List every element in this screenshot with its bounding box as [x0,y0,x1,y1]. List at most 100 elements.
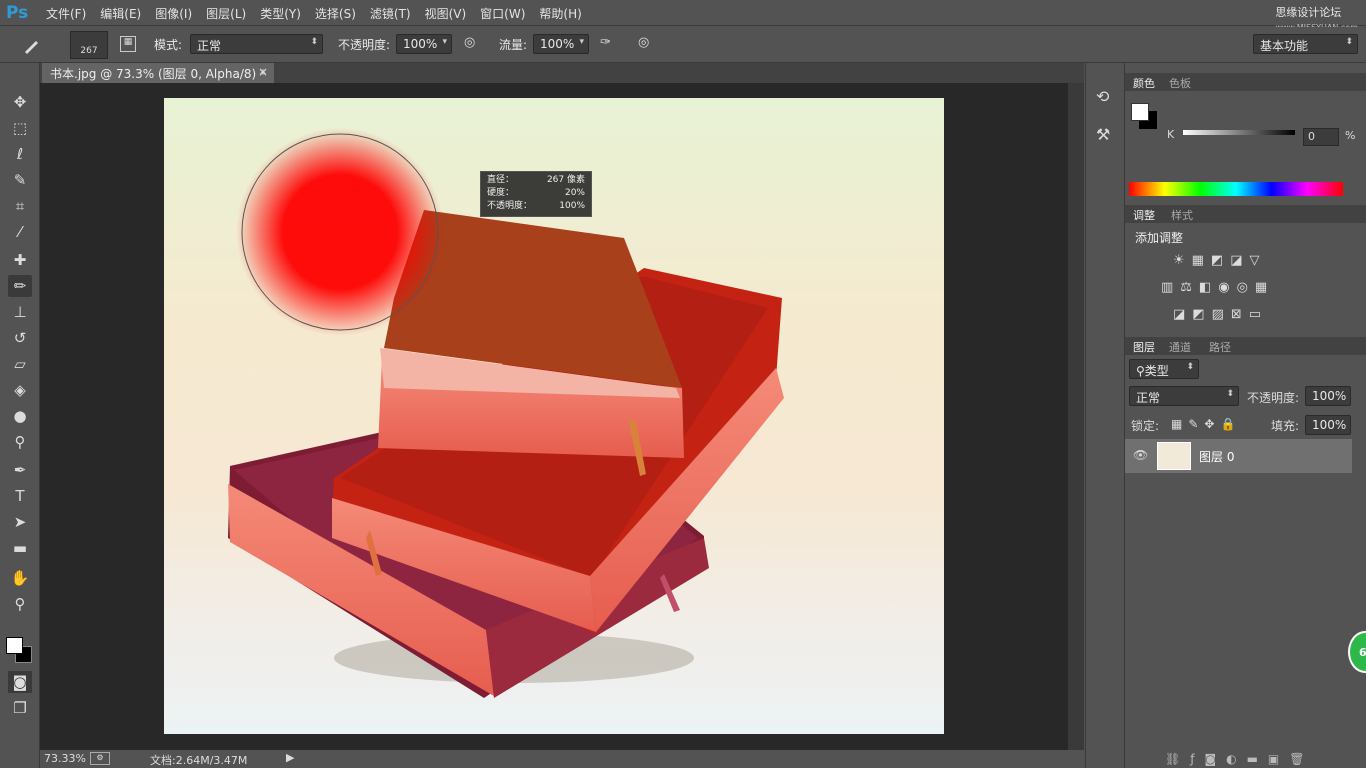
menu-bar: Ps 文件(F) 编辑(E) 图像(I) 图层(L) 类型(Y) 选择(S) 滤… [0,0,1366,32]
screen-mode-icon[interactable]: ❐ [8,697,32,719]
eraser-tool-icon[interactable]: ▱ [8,353,32,375]
status-icon[interactable]: ⚙ [90,752,110,765]
opacity-label: 不透明度: [338,38,391,52]
blur-tool-icon[interactable]: ● [8,405,32,427]
color-fg-swatch[interactable] [1131,103,1149,121]
path-select-tool-icon[interactable]: ➤ [8,511,32,533]
mode-label: 模式: [154,38,183,52]
move-tool-icon[interactable]: ✥ [8,91,32,113]
canvas-area[interactable]: 直径： 267 像素 硬度： 20% 不透明度： 100% [40,83,1068,750]
brush-preset-picker[interactable]: 267 [70,31,108,59]
history-brush-tool-icon[interactable]: ↺ [8,327,32,349]
workspace-select[interactable]: 基本功能 ⬍ [1253,34,1358,54]
flow-input[interactable]: 100% ▾ [533,34,589,54]
lasso-tool-icon[interactable]: ℓ [8,143,32,165]
pressure-size-icon[interactable]: ◎ [638,35,649,50]
add-adjustment-title: 添加调整 [1135,231,1184,245]
adjustment-icons-row-1[interactable]: ☀▦◩◪▽ [1173,253,1267,268]
channel-label: K [1167,128,1175,141]
brush-tool-icon[interactable]: ✏ [8,275,32,297]
crop-tool-icon[interactable]: ⌗ [8,195,32,217]
mode-select[interactable]: 正常 ⬍ [190,34,323,54]
tooltip-row: 不透明度： 100% [487,201,585,211]
close-tab-icon[interactable]: × [258,65,268,79]
k-slider[interactable] [1183,130,1295,135]
fill-label: 填充: [1271,419,1300,433]
type-tool-icon[interactable]: T [8,485,32,507]
pressure-opacity-icon[interactable]: ◎ [464,35,475,50]
rectangle-tool-icon[interactable]: ▬ [8,537,32,559]
status-bar: 73.33% ⚙ 文档:2.64M/3.47M ▶ [40,750,1084,768]
document-tab-bar: 书本.jpg @ 73.3% (图层 0, Alpha/8) * × [40,63,1084,83]
tooltip-row: 硬度： 20% [487,188,585,198]
layers-panel: 图层 通道 路径 ⚲类型 ⬍ 正常 ⬍ 不透明度: 100% 锁定: ▦✎✥🔒 填充… [1125,337,1366,768]
menu-help[interactable]: 帮助(H) [539,5,581,22]
menu-image[interactable]: 图像(I) [155,5,192,22]
brush-panel-toggle-icon[interactable]: ▦ [120,36,136,52]
menu-select[interactable]: 选择(S) [315,5,356,22]
quick-select-tool-icon[interactable]: ✎ [8,169,32,191]
paint-bucket-tool-icon[interactable]: ◈ [8,379,32,401]
tool-presets-icon[interactable]: ⚒ [1096,125,1110,144]
clone-stamp-tool-icon[interactable]: ⊥ [8,301,32,323]
menu-view[interactable]: 视图(V) [425,5,467,22]
document-tab[interactable]: 书本.jpg @ 73.3% (图层 0, Alpha/8) * × [42,63,274,83]
tab-styles[interactable]: 样式 [1171,207,1193,223]
zoom-level[interactable]: 73.33% [44,752,86,765]
main-menu: 文件(F) 编辑(E) 图像(I) 图层(L) 类型(Y) 选择(S) 滤镜(T… [46,5,596,22]
layer-footer-icons[interactable]: ⛓ƒ◙◐▬▣🗑 [1165,752,1314,766]
doc-size: 文档:2.64M/3.47M [150,754,248,767]
layer-blend-select[interactable]: 正常 ⬍ [1129,386,1239,406]
options-bar: 267 ▦ 模式: 正常 ⬍ 不透明度: 100% ▾ ◎ 流量: 100% ▾ ✑ … [0,27,1366,63]
adjustment-icons-row-3[interactable]: ◪◩▨⊠▭ [1173,307,1268,322]
menu-edit[interactable]: 编辑(E) [100,5,141,22]
eyedropper-tool-icon[interactable]: ⁄ [8,221,32,243]
tab-adjustments[interactable]: 调整 [1133,207,1155,223]
marquee-tool-icon[interactable]: ⬚ [8,117,32,139]
panel-dock: ⟲ ⚒ [1085,63,1125,768]
menu-window[interactable]: 窗口(W) [480,5,525,22]
status-menu-arrow-icon[interactable]: ▶ [286,751,294,764]
brush-info-tooltip: 直径： 267 像素 硬度： 20% 不透明度： 100% [480,171,592,217]
color-panel: 颜色 色板 K 0 % [1125,73,1366,203]
quick-mask-icon[interactable]: ◙ [8,671,32,693]
menu-type[interactable]: 类型(Y) [260,5,301,22]
menu-layer[interactable]: 图层(L) [206,5,246,22]
layer-opacity-input[interactable]: 100% [1305,386,1351,406]
tab-color[interactable]: 颜色 [1133,75,1155,91]
document-canvas[interactable]: 直径： 267 像素 硬度： 20% 不透明度： 100% [164,98,944,734]
layer-name[interactable]: 图层 0 [1199,448,1234,465]
menu-filter[interactable]: 滤镜(T) [370,5,411,22]
tab-swatches[interactable]: 色板 [1169,75,1191,91]
opacity-input[interactable]: 100% ▾ [396,34,452,54]
dodge-tool-icon[interactable]: ⚲ [8,431,32,453]
fill-input[interactable]: 100% [1305,415,1351,435]
airbrush-icon[interactable]: ✑ [600,35,611,50]
tab-channels[interactable]: 通道 [1169,339,1191,355]
flow-label: 流量: [499,38,528,52]
visibility-eye-icon[interactable]: 👁 [1133,448,1148,462]
tooltip-row: 直径： 267 像素 [487,175,585,185]
foreground-color-swatch[interactable] [6,637,23,654]
tab-paths[interactable]: 路径 [1209,339,1231,355]
pen-tool-icon[interactable]: ✒ [8,459,32,481]
color-spectrum[interactable] [1129,182,1343,196]
menu-file[interactable]: 文件(F) [46,5,86,22]
lock-icons[interactable]: ▦✎✥🔒 [1171,417,1241,431]
percent-label: % [1345,129,1356,142]
layer-opacity-label: 不透明度: [1247,391,1300,405]
brush-tool-icon[interactable] [22,35,42,55]
layer-row[interactable]: 👁 图层 0 [1125,439,1352,473]
history-icon[interactable]: ⟲ [1096,87,1109,106]
tools-panel: ✥ ⬚ ℓ ✎ ⌗ ⁄ ✚ ✏ ⊥ ↺ ▱ ◈ ● ⚲ ✒ T ➤ ▬ ✋ ⚲ … [0,63,40,768]
healing-brush-tool-icon[interactable]: ✚ [8,249,32,271]
zoom-tool-icon[interactable]: ⚲ [8,593,32,615]
adjustments-panel: 调整 样式 添加调整 ☀▦◩◪▽ ▥⚖◧◉◎▦ ◪◩▨⊠▭ [1125,205,1366,335]
adjustment-icons-row-2[interactable]: ▥⚖◧◉◎▦ [1161,280,1274,295]
k-value-input[interactable]: 0 [1303,128,1339,146]
brush-size-value: 267 [80,46,98,56]
tab-layers[interactable]: 图层 [1133,339,1155,355]
vertical-scrollbar[interactable] [1068,83,1084,750]
layer-filter-select[interactable]: ⚲类型 ⬍ [1129,359,1199,379]
hand-tool-icon[interactable]: ✋ [8,567,32,589]
